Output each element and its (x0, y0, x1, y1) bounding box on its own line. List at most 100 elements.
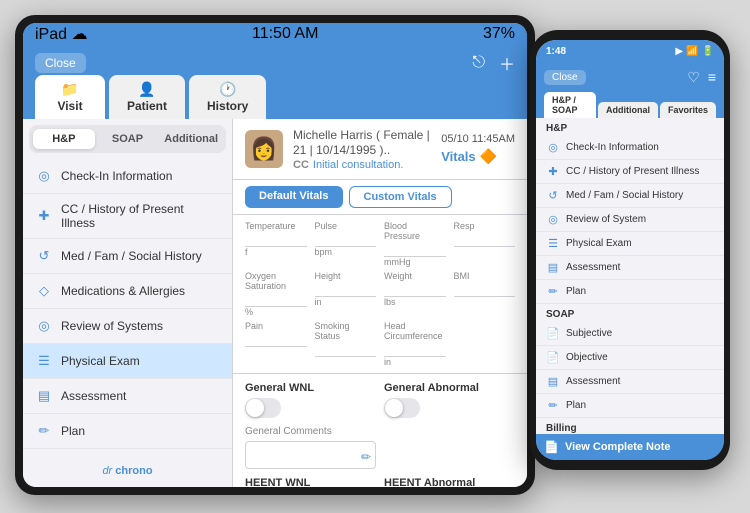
resp-label: Resp (454, 221, 516, 231)
sidebar-item-ros[interactable]: ◎ Review of Systems (23, 309, 232, 344)
tablet-nav: 📁 Visit 👤 Patient 🕐 History (23, 81, 527, 119)
phone-time: 1:48 (546, 46, 566, 57)
exam-row-general: General WNL General Comments ✏ General A… (245, 382, 515, 469)
sidebar-tab-additional[interactable]: Additional (160, 129, 222, 149)
patient-header: 👩 Michelle Harris ( Female | 21 | 10/14/… (233, 119, 527, 180)
sidebar-item-physexam[interactable]: ☰ Physical Exam (23, 344, 232, 379)
patient-info: Michelle Harris ( Female | 21 | 10/14/19… (293, 127, 431, 171)
phone-soap-plan-label: Plan (566, 400, 586, 411)
add-icon[interactable]: ＋ (499, 51, 515, 75)
pulse-unit: bpm (315, 247, 377, 257)
phone-checkin-icon: ◎ (546, 141, 560, 154)
headcirc-label: Head Circumference (384, 321, 446, 341)
phone-assessment-label: Assessment (566, 262, 620, 273)
tab-history[interactable]: 🕐 History (189, 75, 266, 119)
patient-icon: 👤 (138, 81, 155, 98)
vitals-button[interactable]: Vitals 🔶 (441, 148, 515, 165)
resp-input[interactable] (454, 231, 516, 247)
vitals-weight: Weight lbs (384, 271, 446, 317)
pulse-input[interactable] (315, 231, 377, 247)
temp-input[interactable] (245, 231, 307, 247)
phone-nav: H&P / SOAP Additional Favorites (536, 92, 724, 118)
headcirc-input[interactable] (384, 341, 446, 357)
phone-close-button[interactable]: Close (544, 70, 586, 85)
phone-item-soap-plan[interactable]: ✏ Plan (536, 394, 724, 418)
smoking-label: Smoking Status (315, 321, 377, 341)
bp-input[interactable] (384, 241, 446, 257)
exam-section-general-abnormal: General Abnormal (384, 382, 515, 469)
weight-input[interactable] (384, 281, 446, 297)
tablet-close-button[interactable]: Close (35, 53, 86, 73)
phone-item-checkin[interactable]: ◎ Check-In Information (536, 136, 724, 160)
phone-item-assessment[interactable]: ▤ Assessment (536, 256, 724, 280)
general-wnl-label: General WNL (245, 382, 376, 394)
height-input[interactable] (315, 281, 377, 297)
phone-item-physexam[interactable]: ☰ Physical Exam (536, 232, 724, 256)
phone-heart-icon[interactable]: ♡ (687, 69, 700, 86)
phone-view-complete-note[interactable]: 📄 View Complete Note (536, 434, 724, 460)
phone-tab-favorites[interactable]: Favorites (660, 102, 716, 118)
phone-item-ros[interactable]: ◎ Review of System (536, 208, 724, 232)
phone-medfam-icon: ↺ (546, 189, 560, 202)
bmi-input[interactable] (454, 281, 516, 297)
phone-item-objective[interactable]: 📄 Objective (536, 346, 724, 370)
phone-tab-hp-soap[interactable]: H&P / SOAP (544, 92, 596, 118)
sidebar-item-medfam[interactable]: ↺ Med / Fam / Social History (23, 239, 232, 274)
tablet-device: iPad ☁ 11:50 AM 37% Close ⎋ ＋ 📁 Visit (15, 15, 535, 495)
temp-unit: f (245, 247, 307, 257)
heent-wnl-label: HEENT WNL (245, 477, 376, 487)
pain-input[interactable] (245, 331, 307, 347)
sidebar-item-cc[interactable]: ✚ CC / History of Present Illness (23, 194, 232, 239)
physexam-icon: ☰ (35, 352, 53, 370)
phone-menu-icon[interactable]: ≡ (708, 69, 716, 86)
sidebar-item-physexam-label: Physical Exam (61, 354, 140, 368)
sidebar-item-plan[interactable]: ✏ Plan (23, 414, 232, 449)
patient-avatar: 👩 (245, 130, 283, 168)
smoking-input[interactable] (315, 341, 377, 357)
tablet-topbar-icons: ⎋ ＋ (472, 51, 515, 75)
vitals-tab-default[interactable]: Default Vitals (245, 186, 343, 208)
phone-item-plan[interactable]: ✏ Plan (536, 280, 724, 304)
vitals-icon: 🔶 (480, 148, 497, 165)
vitals-fields: Temperature f Pulse bpm Blood Pressure (233, 215, 527, 374)
sidebar-item-checkin[interactable]: ◎ Check-In Information (23, 159, 232, 194)
sidebar-item-assessment-label: Assessment (61, 389, 126, 403)
sidebar-item-assessment[interactable]: ▤ Assessment (23, 379, 232, 414)
sidebar-tabs: H&P SOAP Additional (29, 125, 226, 153)
exam-content: General WNL General Comments ✏ General A… (233, 374, 527, 487)
phone-objective-icon: 📄 (546, 351, 560, 364)
assessment-icon: ▤ (35, 387, 53, 405)
phone-footer-icon: 📄 (544, 440, 559, 454)
phone-item-medfam[interactable]: ↺ Med / Fam / Social History (536, 184, 724, 208)
sidebar-item-meds[interactable]: ◇ Medications & Allergies (23, 274, 232, 309)
phone-item-cc[interactable]: ✚ CC / History of Present Illness (536, 160, 724, 184)
bp-unit: mmHg (384, 257, 446, 267)
share-icon[interactable]: ⎋ (472, 54, 485, 72)
vitals-tab-custom[interactable]: Custom Vitals (349, 186, 452, 208)
tablet-status-time: 11:50 AM (252, 25, 318, 43)
cc-label: CC (293, 159, 309, 171)
phone-status-icons: ▶ 📶 🔋 (675, 46, 714, 57)
phone-physexam-icon: ☰ (546, 237, 560, 250)
o2-unit: % (245, 307, 307, 317)
patient-cc: CC Initial consultation. (293, 159, 431, 171)
general-edit-icon: ✏ (361, 450, 371, 464)
phone-item-subjective[interactable]: 📄 Subjective (536, 322, 724, 346)
o2-input[interactable] (245, 291, 307, 307)
phone-item-soap-assessment[interactable]: ▤ Assessment (536, 370, 724, 394)
sidebar-tab-soap[interactable]: SOAP (97, 129, 159, 149)
vitals-temperature: Temperature f (245, 221, 307, 267)
vitals-pain: Pain (245, 321, 307, 367)
vitals-o2: Oxygen Saturation % (245, 271, 307, 317)
tab-patient[interactable]: 👤 Patient (109, 75, 185, 119)
tab-visit[interactable]: 📁 Visit (35, 75, 105, 119)
exam-section-general-wnl: General WNL General Comments ✏ (245, 382, 376, 469)
avatar-face: 👩 (250, 136, 277, 162)
phone-tab-additional[interactable]: Additional (598, 102, 658, 118)
phone-wifi-icon: 📶 (686, 46, 698, 57)
phone-statusbar: 1:48 ▶ 📶 🔋 (536, 40, 724, 62)
sidebar-tab-hp[interactable]: H&P (33, 129, 95, 149)
general-wnl-toggle[interactable] (245, 398, 281, 418)
general-abnormal-toggle[interactable] (384, 398, 420, 418)
general-comments-box[interactable]: ✏ (245, 441, 376, 469)
